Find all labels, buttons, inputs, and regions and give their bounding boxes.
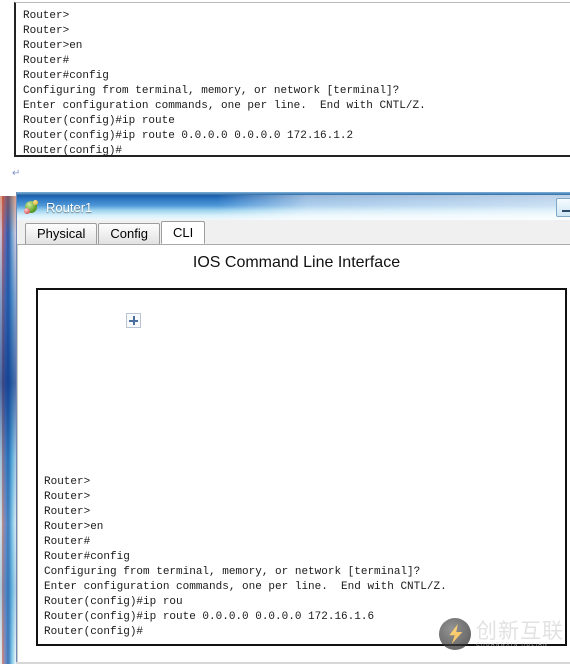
broken-image-placeholder-icon — [126, 313, 141, 328]
packet-tracer-router-icon — [24, 199, 40, 216]
terminal-line: Router#config — [44, 551, 130, 563]
terminal-line: Enter configuration commands, one per li… — [23, 100, 426, 112]
terminal-line: Router> — [44, 506, 91, 518]
terminal-line: Router#config — [23, 70, 109, 82]
terminal-line: Router>en — [23, 40, 83, 52]
document-terminal-block: Router> Router> Router>en Router# Router… — [14, 2, 570, 157]
window-title: Router1 — [46, 200, 93, 215]
terminal-line: Router> — [44, 476, 91, 488]
cli-heading: IOS Command Line Interface — [192, 254, 401, 271]
router-device-window: Router1 Physical Config CLI IOS Command … — [16, 192, 570, 664]
terminal-line: Router(config)#ip rou — [44, 596, 183, 608]
terminal-line: Router> — [23, 25, 70, 37]
tab-physical[interactable]: Physical — [25, 223, 98, 244]
terminal-line: Router>en — [44, 521, 104, 533]
window-controls[interactable] — [556, 198, 570, 217]
terminal-line: Router# — [23, 55, 70, 67]
tab-cli[interactable]: CLI — [161, 221, 206, 244]
terminal-line: Router# — [44, 536, 91, 548]
terminal-line: Configuring from terminal, memory, or ne… — [44, 566, 421, 578]
terminal-line: Enter configuration commands, one per li… — [44, 581, 447, 593]
terminal-line: Router(config)# — [23, 145, 123, 157]
background-color-strip-overlay — [0, 196, 16, 664]
terminal-line: Router> — [23, 10, 70, 22]
terminal-line: Configuring from terminal, memory, or ne… — [23, 85, 400, 97]
terminal-line: Router(config)# — [44, 626, 144, 638]
cli-console[interactable]: Router> Router> Router> Router>en Router… — [36, 288, 567, 646]
window-titlebar[interactable]: Router1 — [17, 195, 570, 220]
tab-config[interactable]: Config — [98, 223, 160, 244]
cli-console-text: Router> Router> Router> Router>en Router… — [44, 475, 561, 640]
terminal-line: Router(config)#ip route 0.0.0.0 0.0.0.0 … — [23, 130, 354, 142]
terminal-line: Router(config)#ip route 0.0.0.0 0.0.0.0 … — [44, 611, 375, 623]
minimize-button[interactable] — [556, 198, 570, 217]
tab-bar[interactable]: Physical Config CLI — [17, 220, 570, 245]
paragraph-mark-icon: ↵ — [12, 168, 21, 179]
minimize-icon — [562, 210, 570, 212]
terminal-line: Router> — [44, 491, 91, 503]
terminal-line: Router(config)#ip route — [23, 115, 175, 127]
window-body: IOS Command Line Interface Router> Route… — [17, 245, 570, 663]
